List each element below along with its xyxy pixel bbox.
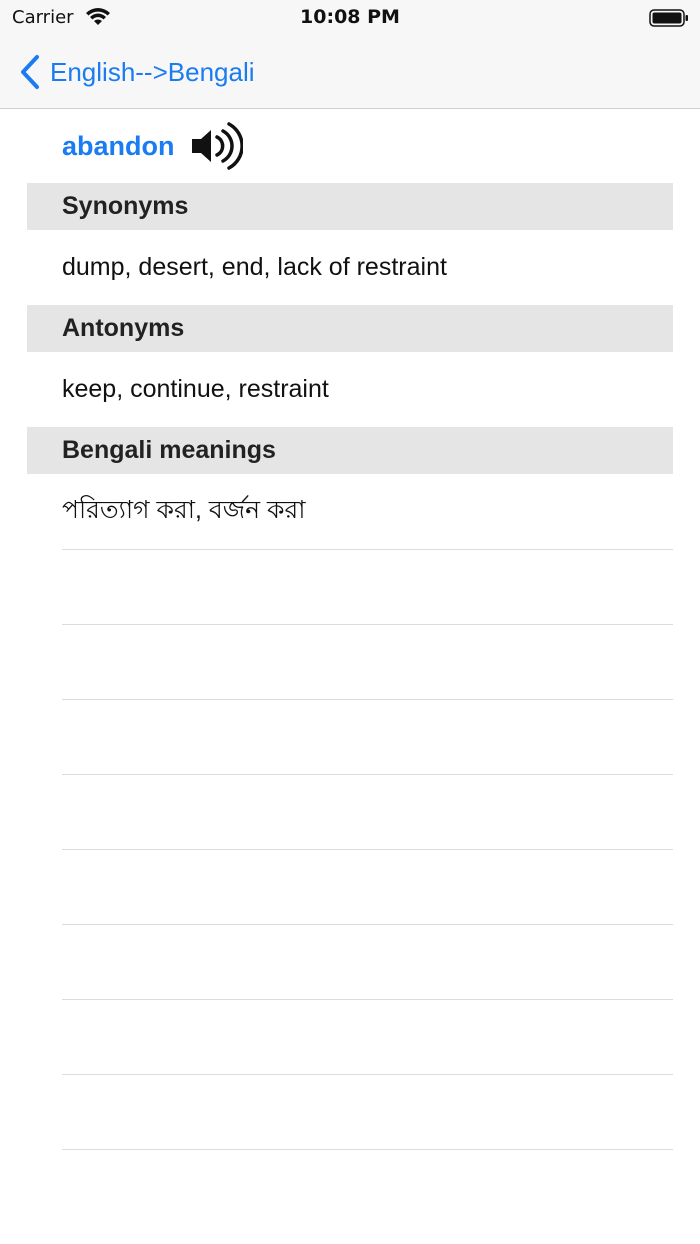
table-row (62, 549, 673, 624)
table-row (62, 699, 673, 774)
table-row (62, 999, 673, 1074)
battery-icon (649, 9, 688, 27)
word-detail: abandon Synonyms dump, desert, end, lack… (27, 109, 673, 1224)
back-button[interactable]: English-->Bengali (18, 52, 255, 92)
table-row (62, 849, 673, 924)
back-button-label: English-->Bengali (50, 56, 255, 87)
table-row (62, 1149, 673, 1224)
table-row (62, 924, 673, 999)
synonyms-text: dump, desert, end, lack of restraint (62, 253, 447, 281)
antonyms-header: Antonyms (27, 305, 673, 352)
status-bar: Carrier 10:08 PM (0, 0, 700, 40)
navigation-bar: English-->Bengali (0, 40, 700, 109)
bengali-meanings-text: পরিত্যাগ করা, বর্জন করা (62, 496, 306, 524)
bengali-meanings-header: Bengali meanings (27, 427, 673, 474)
table-row (62, 1074, 673, 1149)
table-row (62, 774, 673, 849)
chevron-left-icon (21, 55, 39, 89)
word-title: abandon (62, 130, 175, 161)
speaker-icon[interactable] (189, 119, 243, 173)
table-row (62, 624, 673, 699)
clock: 10:08 PM (300, 6, 400, 28)
empty-table-rows (62, 549, 673, 1224)
antonyms-text: keep, continue, restraint (62, 375, 329, 403)
word-row: abandon (27, 109, 673, 183)
synonyms-header: Synonyms (27, 183, 673, 230)
